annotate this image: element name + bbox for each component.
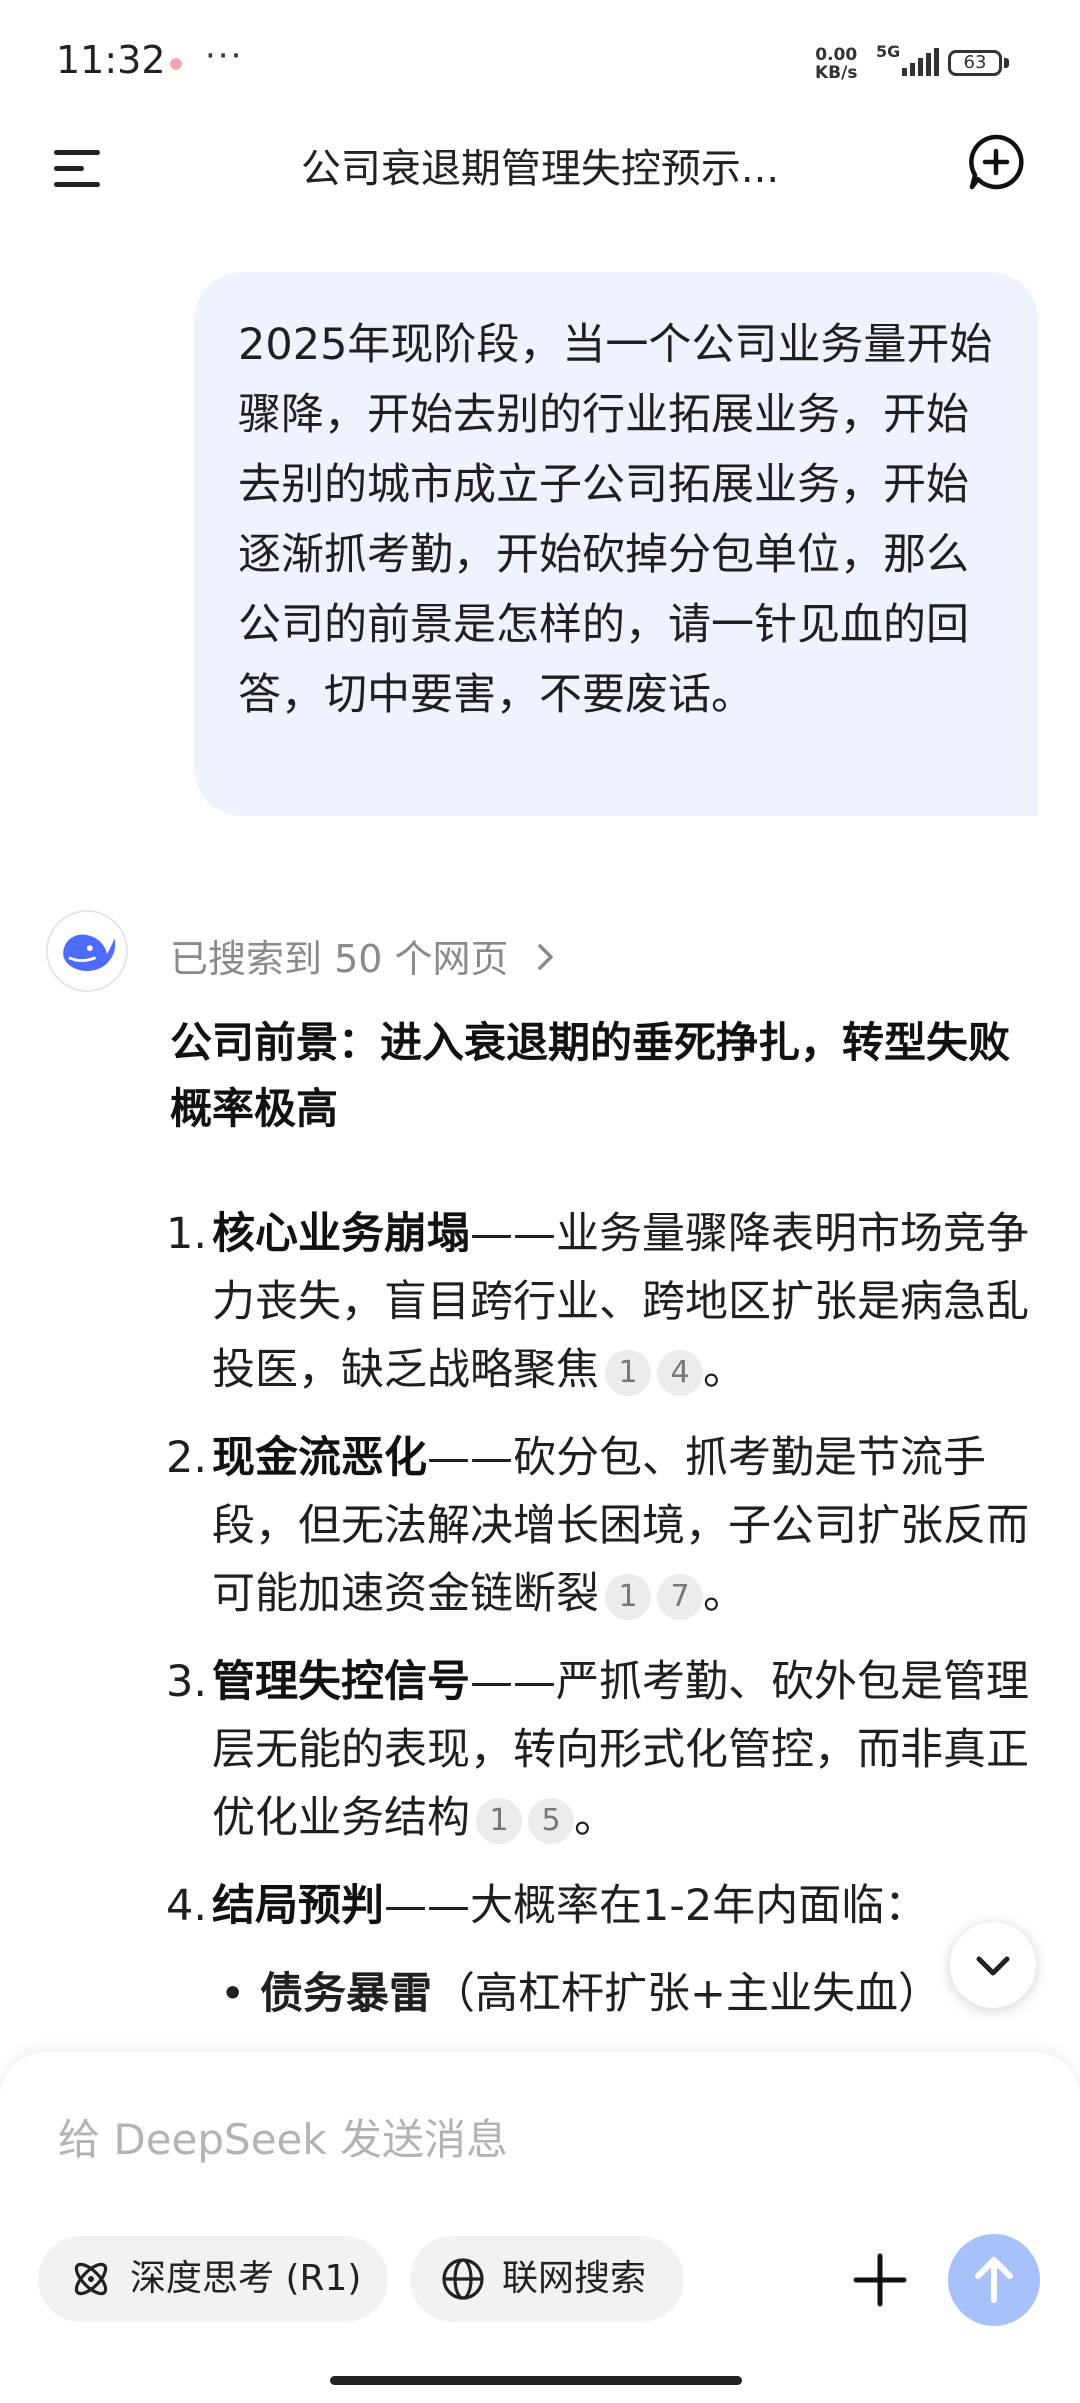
deep-think-label: 深度思考 (R1) xyxy=(130,2258,362,2299)
more-notifications-icon: ··· xyxy=(205,36,244,76)
answer-heading: 公司前景：进入衰退期的垂死挣扎，转型失败概率极高 xyxy=(170,1018,1011,1133)
conversation-title[interactable]: 公司衰退期管理失控预示... xyxy=(150,136,930,194)
search-results-link[interactable]: 已搜索到 50 个网页 xyxy=(170,928,557,983)
menu-icon-line-2 xyxy=(54,166,84,171)
new-chat-icon[interactable] xyxy=(966,132,1026,192)
sub-bullet-heading: 债务暴雷 xyxy=(260,1969,432,2019)
globe-icon xyxy=(442,2258,484,2300)
menu-button[interactable] xyxy=(48,144,108,194)
list-number: 2. xyxy=(166,1433,208,1483)
citation-badge[interactable]: 7 xyxy=(657,1573,703,1620)
web-search-label: 联网搜索 xyxy=(502,2258,647,2299)
net-speed: 0.00 KB/s xyxy=(815,46,857,82)
net-speed-value: 0.00 xyxy=(815,45,858,65)
list-item-end: 。 xyxy=(703,1345,746,1395)
menu-icon-line-3 xyxy=(54,182,100,187)
list-item-heading: 核心业务崩塌 xyxy=(212,1209,470,1259)
message-input[interactable]: 给 DeepSeek 发送消息 xyxy=(58,2106,508,2167)
whale-logo-icon xyxy=(63,934,116,971)
status-bar: 11:32 ··· 0.00 KB/s 5G 63 xyxy=(0,0,1080,120)
status-time: 11:32 xyxy=(56,38,166,82)
sub-bullet-text: （高杠杆扩张+主业失血） xyxy=(432,1969,942,2019)
search-results-label: 已搜索到 50 个网页 xyxy=(170,937,509,981)
list-item-text: ——大概率在1-2年内面临： xyxy=(384,1881,928,1931)
citation-badge[interactable]: 5 xyxy=(528,1797,574,1844)
list-item-heading: 结局预判 xyxy=(212,1881,384,1931)
send-button[interactable] xyxy=(948,2234,1040,2326)
scroll-to-bottom-button[interactable] xyxy=(950,1922,1036,2008)
menu-icon-line-1 xyxy=(54,150,100,155)
web-search-button[interactable]: 联网搜索 xyxy=(410,2236,684,2322)
battery-tip xyxy=(1004,58,1009,68)
list-number: 3. xyxy=(166,1657,208,1707)
home-indicator[interactable] xyxy=(330,2376,742,2385)
atom-icon xyxy=(74,2262,108,2296)
citation-badge[interactable]: 1 xyxy=(605,1349,651,1396)
message-composer xyxy=(0,2052,1080,2403)
list-item-heading: 现金流恶化 xyxy=(212,1433,427,1483)
network-type: 5G xyxy=(876,42,901,61)
chevron-right-icon xyxy=(537,944,553,970)
net-speed-unit: KB/s xyxy=(815,63,858,83)
bullet-dot: • xyxy=(220,1969,246,2019)
battery-icon: 63 xyxy=(948,50,1002,76)
citation-badge[interactable]: 1 xyxy=(476,1797,522,1844)
list-number: 4. xyxy=(166,1881,208,1931)
chevron-down-icon xyxy=(976,1956,1010,1976)
list-item-heading: 管理失控信号 xyxy=(212,1657,470,1707)
signal-icon xyxy=(902,48,939,76)
list-number: 1. xyxy=(166,1209,208,1259)
list-item-end: 。 xyxy=(703,1569,746,1619)
list-item-end: 。 xyxy=(574,1793,617,1843)
attach-plus-icon[interactable] xyxy=(852,2252,908,2308)
arrow-up-icon xyxy=(975,2257,1013,2303)
citation-badge[interactable]: 4 xyxy=(657,1349,703,1396)
user-message-bubble[interactable]: 2025年现阶段，当一个公司业务量开始骤降，开始去别的行业拓展业务，开始去别的城… xyxy=(194,272,1038,816)
citation-badge[interactable]: 1 xyxy=(605,1573,651,1620)
deep-think-button[interactable]: 深度思考 (R1) xyxy=(38,2236,388,2322)
notification-dot xyxy=(170,58,182,70)
deepseek-avatar xyxy=(46,910,128,992)
